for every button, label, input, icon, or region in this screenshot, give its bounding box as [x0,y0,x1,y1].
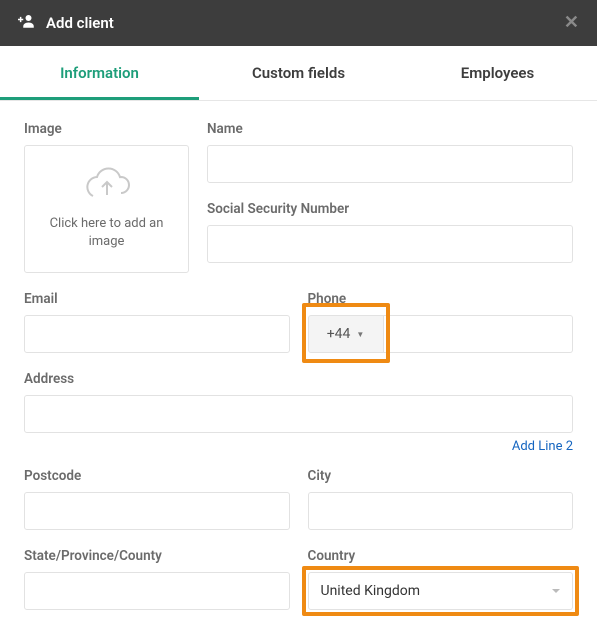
add-line-2-link[interactable]: Add Line 2 [24,439,573,454]
form-body: Image Click here to add an image Name So… [0,101,597,634]
state-field[interactable] [24,572,290,610]
ssn-field[interactable] [207,225,573,263]
city-label: City [308,468,574,484]
country-select[interactable]: United Kingdom [308,572,574,610]
phone-field[interactable] [384,315,574,353]
image-upload-box[interactable]: Click here to add an image [24,145,189,273]
ssn-label: Social Security Number [207,201,573,217]
email-label: Email [24,291,290,307]
add-person-icon [18,14,36,32]
tab-information[interactable]: Information [0,46,199,100]
name-label: Name [207,121,573,137]
tab-employees[interactable]: Employees [398,46,597,100]
state-label: State/Province/County [24,548,290,564]
cloud-upload-icon [81,167,133,205]
postcode-field[interactable] [24,492,290,530]
postcode-label: Postcode [24,468,290,484]
email-field[interactable] [24,315,290,353]
phone-label: Phone [308,291,574,307]
tab-bar: Information Custom fields Employees [0,46,597,101]
city-field[interactable] [308,492,574,530]
country-label: Country [308,548,574,564]
chevron-down-icon: ▼ [356,330,364,339]
image-label: Image [24,121,189,137]
phone-prefix-value: +44 [327,326,351,342]
close-icon[interactable]: ✕ [564,14,579,32]
phone-prefix-select[interactable]: +44 ▼ [308,315,384,353]
address-field[interactable] [24,395,573,433]
name-field[interactable] [207,145,573,183]
country-selected-value: United Kingdom [321,583,421,599]
chevron-down-icon [552,589,560,593]
modal-title: Add client [46,14,114,32]
tab-custom-fields[interactable]: Custom fields [199,46,398,100]
image-upload-text: Click here to add an image [33,215,180,251]
address-label: Address [24,371,573,387]
modal-header: Add client ✕ [0,0,597,46]
